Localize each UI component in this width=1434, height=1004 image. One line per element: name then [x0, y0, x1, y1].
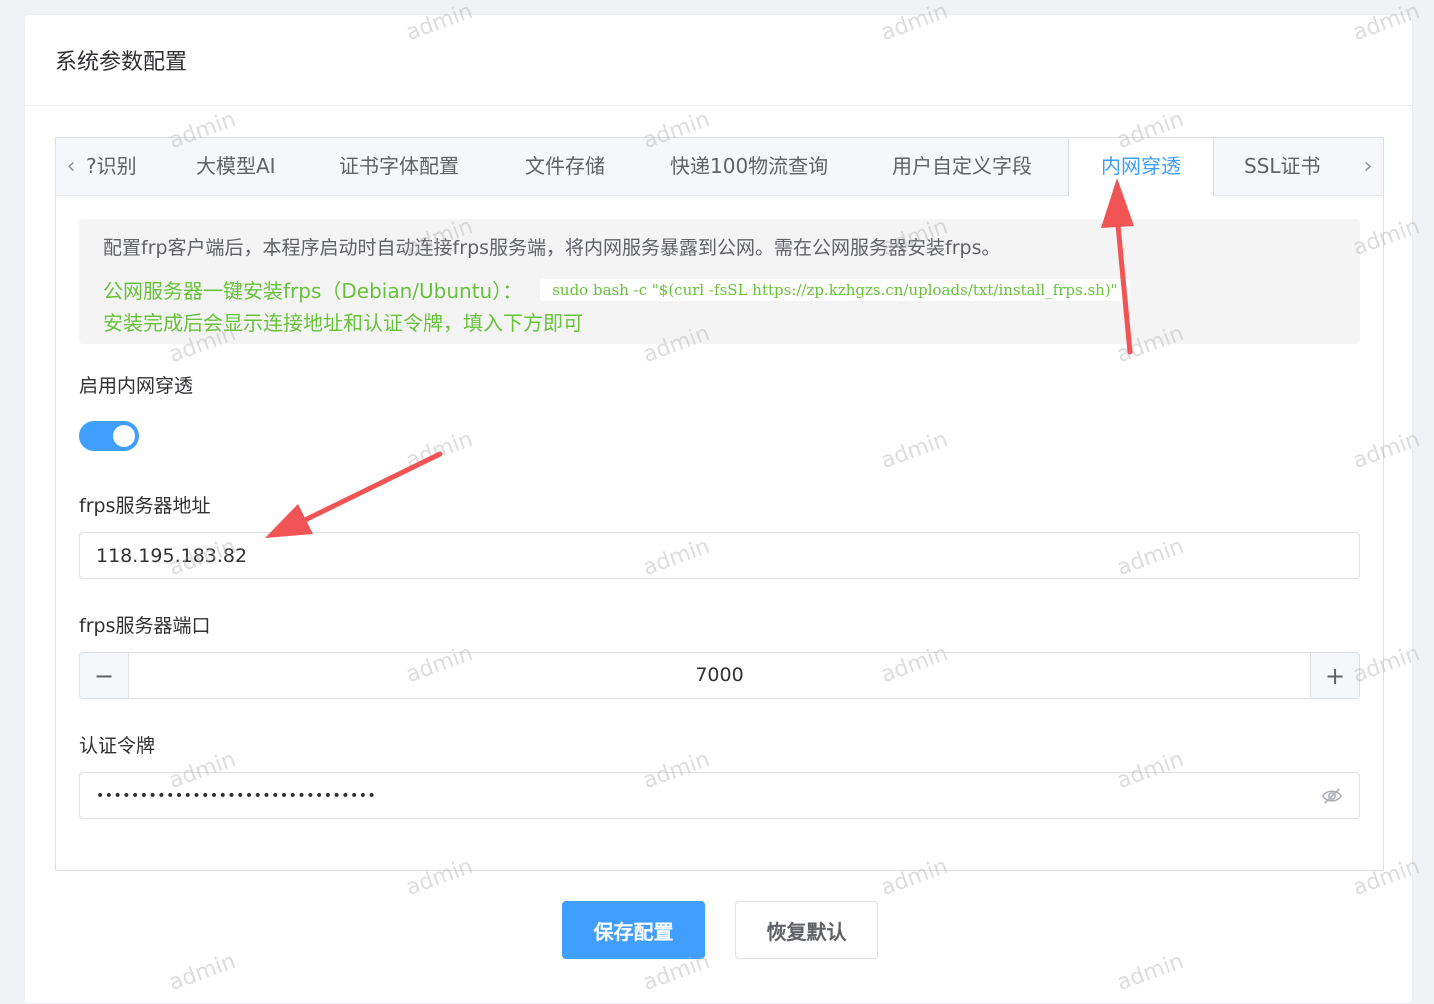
notice-description: 配置frp客户端后，本程序启动时自动连接frps服务端，将内网服务暴露到公网。需… [103, 237, 1001, 259]
install-label: 公网服务器一键安装frps（Debian/Ubuntu）： [103, 279, 523, 303]
reset-button[interactable]: 恢复默认 [735, 901, 878, 959]
increment-button[interactable]: + [1310, 653, 1359, 698]
tab-kuaidi100[interactable]: 快递100物流查询 [670, 138, 828, 195]
tab-nav: ‹ ?识别 大模型AI 证书字体配置 文件存储 快递100物流查询 用户自定义字… [56, 138, 1383, 196]
tab-scroll-next-icon[interactable]: › [1353, 138, 1383, 195]
token-label: 认证令牌 [79, 735, 156, 757]
enable-label: 启用内网穿透 [79, 375, 194, 397]
switch-knob [113, 425, 135, 447]
token-value: •••••••••••••••••••••••••••••••• [96, 787, 377, 804]
server-port-label: frps服务器端口 [79, 615, 211, 637]
tab-intranet-tunnel[interactable]: 内网穿透 [1068, 138, 1214, 196]
eye-hidden-icon[interactable] [1321, 786, 1343, 806]
enable-switch[interactable] [79, 421, 139, 451]
tab-recognition[interactable]: ?识别 [86, 138, 166, 195]
decrement-button[interactable]: − [80, 653, 129, 698]
save-button[interactable]: 保存配置 [562, 901, 705, 959]
server-port-stepper: − 7000 + [79, 652, 1360, 699]
tab-llm-ai[interactable]: 大模型AI [196, 138, 276, 195]
server-addr-input[interactable]: 118.195.183.82 [79, 532, 1360, 579]
config-card: 系统参数配置 ‹ ?识别 大模型AI 证书字体配置 文件存储 快递100物流查询… [24, 14, 1413, 1004]
tab-file-storage[interactable]: 文件存储 [525, 138, 605, 195]
tab-scroll-prev-icon[interactable]: ‹ [56, 138, 86, 195]
tab-ssl-cert[interactable]: SSL证书 [1244, 138, 1321, 195]
notice-install-row: 公网服务器一键安装frps（Debian/Ubuntu）： sudo bash … [103, 275, 1130, 304]
token-input[interactable]: •••••••••••••••••••••••••••••••• [79, 772, 1360, 819]
tab-cert-font[interactable]: 证书字体配置 [339, 138, 459, 195]
info-notice: 配置frp客户端后，本程序启动时自动连接frps服务端，将内网服务暴露到公网。需… [79, 219, 1360, 344]
install-command[interactable]: sudo bash -c "$(curl -fsSL https://zp.kz… [540, 278, 1130, 301]
tab-custom-fields[interactable]: 用户自定义字段 [892, 138, 1032, 195]
page-title: 系统参数配置 [25, 15, 1412, 106]
notice-hint: 安装完成后会显示连接地址和认证令牌，填入下方即可 [103, 311, 583, 335]
server-port-input[interactable]: 7000 [129, 653, 1310, 698]
server-addr-label: frps服务器地址 [79, 495, 211, 517]
